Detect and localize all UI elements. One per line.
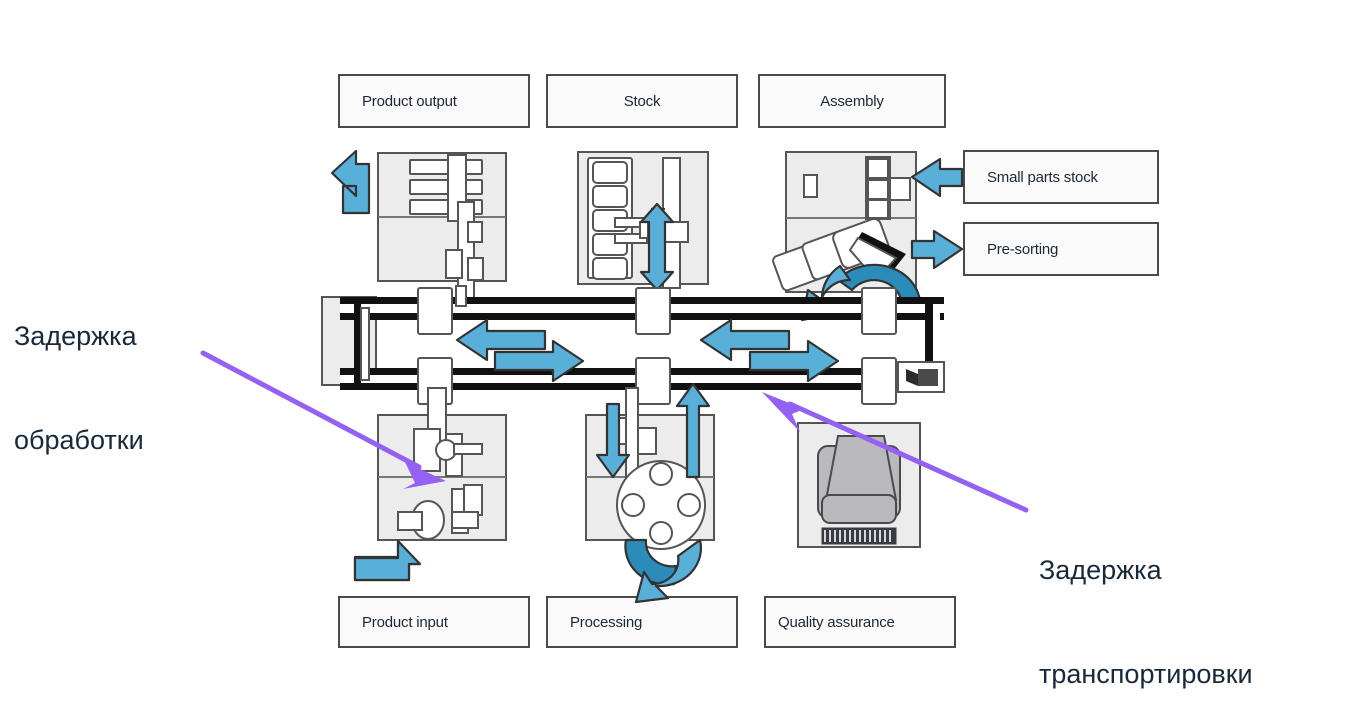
- machine-product-input: [377, 387, 507, 541]
- production-line-illustration: .mfill{fill:#ececec;stroke:#555;stroke-w…: [200, 149, 1029, 604]
- machine-quality-assurance: [797, 422, 921, 548]
- transport-rail: [321, 285, 945, 405]
- machine-assembly: [772, 151, 922, 322]
- flow-arrow-pre-sorting-out: [910, 229, 964, 270]
- machine-product-output: [377, 152, 507, 311]
- flow-arrow-small-parts-in: [910, 157, 964, 198]
- flow-arrow-output-exit: [330, 149, 371, 215]
- flow-arrow-input-feed: [353, 539, 422, 582]
- machine-processing: [585, 382, 715, 604]
